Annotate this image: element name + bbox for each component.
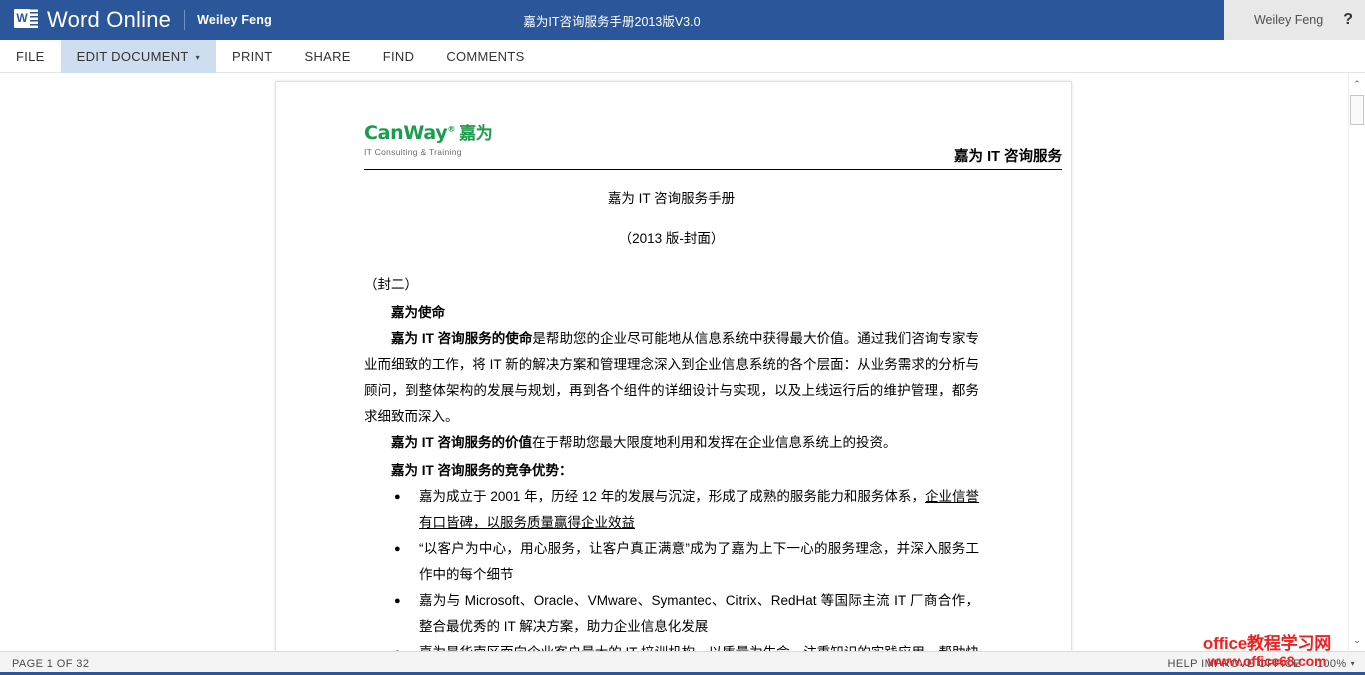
app-title: Word Online [47,7,172,32]
list-item: 嘉为与 Microsoft、Oracle、VMware、Symantec、Cit… [364,588,979,640]
page-indicator: PAGE 1 OF 32 [12,657,90,670]
doc-title-line1: 嘉为 IT 咨询服务手册 [607,191,736,206]
menu-item-print-label: PRINT [231,49,273,64]
account-area: Weiley Feng ? [1224,0,1365,40]
list-item-text-a: 嘉为成立于 2001 年，历经 12 年的发展与沉淀，形成了成熟的服务能力和服务… [419,489,925,504]
word-logo-icon: W [14,8,38,32]
list-item-text-a: “以客户为中心，用心服务，让客户真正满意”成为了嘉为上下一心的服务理念，并深入服… [419,541,979,582]
canway-logo: CanWay® 嘉为 IT Consulting & Training [364,124,493,158]
scrollbar-thumb[interactable] [1350,95,1364,125]
list-item: “以客户为中心，用心服务，让客户真正满意”成为了嘉为上下一心的服务理念，并深入服… [364,536,979,588]
doc-title-line2: （2013 版-封面） [618,231,725,246]
list-item: 嘉为成立于 2001 年，历经 12 年的发展与沉淀，形成了成熟的服务能力和服务… [364,484,979,536]
menu-item-print[interactable]: PRINT [216,40,289,73]
zoom-control[interactable]: 100% ▾ [1317,658,1355,670]
menu-item-find-label: FIND [382,49,415,64]
doc-advantages-heading: 嘉为 IT 咨询服务的竞争优势： [391,463,573,478]
menu-item-file-label: FILE [16,49,45,64]
doc-section-heading: 嘉为使命 [391,305,445,320]
menu-item-file[interactable]: FILE [0,40,61,73]
trademark-icon: ® [447,124,456,134]
canway-logo-tagline: IT Consulting & Training [364,147,462,157]
doc-paragraph-value-text: 在于帮助您最大限度地利用和发挥在企业信息系统上的投资。 [532,435,897,450]
canway-logo-chinese: 嘉为 [459,124,493,144]
zoom-level-label: 100% [1316,657,1347,670]
brand-block[interactable]: W Word Online Weiley Feng [0,0,272,40]
menu-item-comments[interactable]: COMMENTS [430,40,540,73]
brand-user-label: Weiley Feng [197,13,272,27]
scroll-up-icon[interactable]: ⌃ [1349,75,1365,93]
doc-paragraph-value-lead: 嘉为 IT 咨询服务的价值 [391,435,532,450]
scroll-down-icon[interactable]: ⌄ [1349,631,1365,649]
document-page[interactable]: CanWay® 嘉为 IT Consulting & Training 嘉为 IT… [275,81,1072,651]
account-user-label[interactable]: Weiley Feng [1254,13,1323,27]
menu-item-edit-document[interactable]: EDIT DOCUMENT ▾ [60,40,216,73]
canway-logo-wordmark: CanWay® 嘉为 [364,124,493,143]
title-divider [184,10,186,30]
menu-item-find[interactable]: FIND [367,40,431,73]
menu-item-share[interactable]: SHARE [288,40,366,73]
help-improve-office-link[interactable]: HELP IMPROVE OFFICE [1168,658,1301,670]
menu-item-comments-label: COMMENTS [446,49,525,64]
doc-paragraph-mission: 嘉为 IT 咨询服务的使命是帮助您的企业尽可能地从信息系统中获得最大价值。通过我… [364,326,979,430]
doc-paragraph-value: 嘉为 IT 咨询服务的价值在于帮助您最大限度地利用和发挥在企业信息系统上的投资。 [364,430,979,456]
chevron-down-icon: ▾ [1350,659,1355,668]
menu-bar: FILE EDIT DOCUMENT ▾ PRINT SHARE FIND CO… [0,40,1365,73]
document-canvas[interactable]: CanWay® 嘉为 IT Consulting & Training 嘉为 IT… [0,73,1365,651]
doc-paragraph-mission-lead: 嘉为 IT 咨询服务的使命 [391,331,533,346]
letterhead-right-text: 嘉为 IT 咨询服务 [954,149,1062,165]
document-letterhead: CanWay® 嘉为 IT Consulting & Training 嘉为 IT… [364,120,1062,170]
document-body: 嘉为 IT 咨询服务手册 （2013 版-封面） （封二） 嘉为使命 嘉为 IT… [364,170,979,651]
vertical-scrollbar[interactable]: ⌃ ⌄ [1348,73,1365,651]
canway-logo-latin: CanWay [364,122,448,144]
title-bar: W Word Online Weiley Feng 嘉为IT咨询服务手册2013… [0,0,1365,40]
list-item: 嘉为是华南区面向企业客户最大的 IT 培训机构，以质量为生命，注重知识的实践应用… [364,640,979,651]
word-logo-letter: W [16,11,28,25]
menu-item-share-label: SHARE [304,49,351,64]
menu-item-edit-document-label: EDIT DOCUMENT [76,49,189,64]
list-item-text-a: 嘉为与 Microsoft、Oracle、VMware、Symantec、Cit… [419,593,979,634]
status-bar-right: HELP IMPROVE OFFICE 100% ▾ [1168,658,1355,670]
help-icon[interactable]: ? [1343,12,1353,28]
doc-section-marker: （封二） [364,277,418,292]
chevron-down-icon: ▾ [195,52,200,62]
doc-advantages-list: 嘉为成立于 2001 年，历经 12 年的发展与沉淀，形成了成熟的服务能力和服务… [364,484,979,651]
